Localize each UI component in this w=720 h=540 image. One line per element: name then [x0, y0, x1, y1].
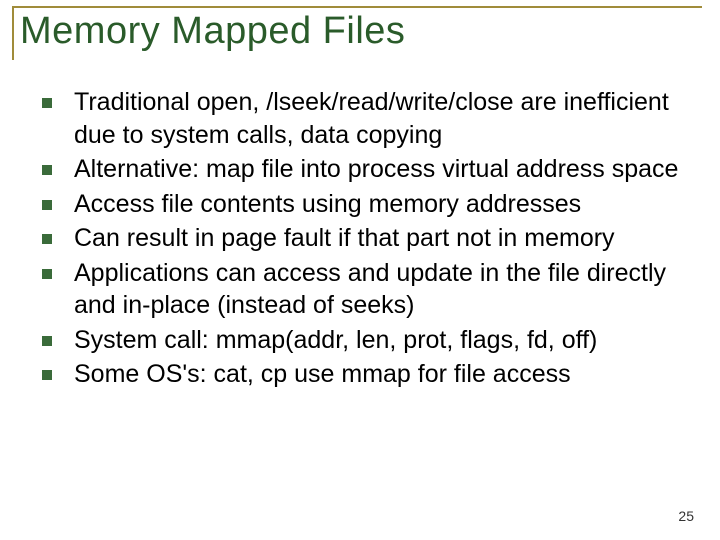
page-number: 25 [678, 508, 694, 524]
slide-title: Memory Mapped Files [20, 8, 702, 54]
list-item: Some OS's: cat, cp use mmap for file acc… [36, 358, 692, 391]
bullet-icon [42, 370, 52, 380]
title-container: Memory Mapped Files [12, 6, 702, 60]
bullet-list: Traditional open, /lseek/read/write/clos… [36, 86, 692, 391]
bullet-icon [42, 269, 52, 279]
bullet-text: Applications can access and update in th… [74, 257, 692, 322]
list-item: Can result in page fault if that part no… [36, 222, 692, 255]
bullet-icon [42, 234, 52, 244]
list-item: Applications can access and update in th… [36, 257, 692, 322]
list-item: System call: mmap(addr, len, prot, flags… [36, 324, 692, 357]
bullet-text: Alternative: map file into process virtu… [74, 153, 692, 186]
list-item: Alternative: map file into process virtu… [36, 153, 692, 186]
bullet-text: Some OS's: cat, cp use mmap for file acc… [74, 358, 692, 391]
bullet-text: Access file contents using memory addres… [74, 188, 692, 221]
bullet-icon [42, 336, 52, 346]
slide: Memory Mapped Files Traditional open, /l… [0, 0, 720, 540]
bullet-text: Traditional open, /lseek/read/write/clos… [74, 86, 692, 151]
list-item: Traditional open, /lseek/read/write/clos… [36, 86, 692, 151]
bullet-icon [42, 200, 52, 210]
bullet-icon [42, 165, 52, 175]
bullet-text: System call: mmap(addr, len, prot, flags… [74, 324, 692, 357]
bullet-text: Can result in page fault if that part no… [74, 222, 692, 255]
slide-body: Traditional open, /lseek/read/write/clos… [36, 86, 692, 393]
bullet-icon [42, 98, 52, 108]
list-item: Access file contents using memory addres… [36, 188, 692, 221]
